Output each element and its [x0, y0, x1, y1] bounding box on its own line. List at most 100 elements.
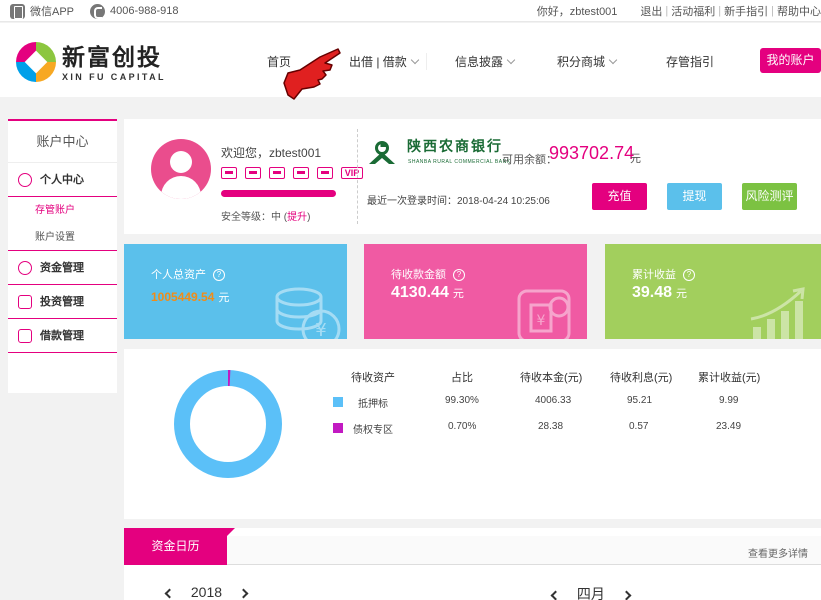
growth-chart-icon	[750, 287, 805, 339]
sidebar-item-label: 投资管理	[40, 295, 84, 308]
avatar-body	[161, 176, 201, 199]
available-balance: 993702.74	[549, 143, 635, 163]
verification-badges: VIP	[221, 167, 371, 179]
next-month-icon[interactable]	[621, 590, 632, 600]
legend-swatch-debt	[333, 423, 343, 433]
security-level-text: 安全等级：中 (	[221, 212, 288, 223]
table-cell: 4006.33	[535, 395, 572, 406]
sidebar-item-label: 资金管理	[40, 261, 84, 274]
asset-distribution-panel: 待收资产 占比 待收本金(元) 待收利息(元) 累计收益(元) 抵押标 99.3…	[124, 349, 821, 519]
column-header-principal: 待收本金(元)	[520, 372, 583, 384]
asset-donut-chart	[174, 370, 282, 478]
prev-year-icon[interactable]	[164, 588, 175, 599]
help-icon[interactable]: ?	[453, 269, 465, 281]
table-row-name[interactable]: 抵押标	[358, 395, 388, 410]
last-login-time: 最近一次登录时间：2018-04-24 10:25:06	[367, 196, 550, 207]
table-cell: 23.49	[716, 421, 742, 432]
money-bag-icon	[18, 260, 32, 275]
view-more-link[interactable]: 查看更多详情	[748, 545, 808, 560]
welcome-text: 欢迎您，zbtest001	[221, 146, 322, 160]
user-greeting: 你好，zbtest001	[536, 6, 618, 18]
calendar-month: 四月	[576, 586, 605, 600]
video-auth-icon[interactable]	[317, 167, 333, 179]
total-assets-value: 1005449.54	[151, 290, 215, 304]
sidebar-item-personal-center[interactable]: 个人中心	[8, 163, 117, 197]
tile-unit: 元	[676, 288, 688, 300]
bank-card-icon[interactable]	[293, 167, 309, 179]
column-header-ratio: 占比	[451, 372, 473, 384]
tab-fund-calendar[interactable]: 资金日历	[124, 528, 235, 565]
tile-label: 累计收益	[632, 269, 676, 281]
site-header: 新富创投 XIN FU CAPITAL 首页 出借 | 借款 信息披露 积分商城…	[0, 23, 821, 97]
help-icon[interactable]: ?	[683, 269, 695, 281]
table-row-name[interactable]: 债权专区	[353, 421, 393, 436]
month-selector: 四月	[550, 584, 632, 600]
nav-custody-guide[interactable]: 存管指引	[666, 53, 714, 70]
sidebar-title: 账户中心	[8, 121, 117, 163]
activity-link[interactable]: 活动福利	[671, 3, 715, 19]
total-assets-tile: 个人总资产? 1005449.54 元 ¥	[124, 244, 347, 339]
security-level-bar	[221, 190, 336, 197]
sidebar-item-investment-management[interactable]: 投资管理	[8, 285, 117, 319]
pending-receivable-value: 4130.44	[391, 284, 449, 301]
cumulative-earnings-tile: 累计收益? 39.48 元	[605, 244, 821, 339]
bank-logo-icon	[369, 141, 395, 164]
table-cell: 0.57	[629, 421, 649, 432]
pending-receivable-tile: 待收款金额? 4130.44 元 ¥	[364, 244, 587, 339]
recharge-button[interactable]: 充值	[592, 183, 647, 210]
chevron-down-icon	[410, 55, 420, 65]
column-header-interest: 待收利息(元)	[610, 372, 673, 384]
balance-unit: 元	[630, 153, 641, 165]
avatar[interactable]	[151, 139, 211, 199]
nav-disclosure-label: 信息披露	[455, 55, 504, 69]
next-year-icon[interactable]	[238, 588, 249, 599]
newbie-guide-link[interactable]: 新手指引	[724, 3, 768, 19]
investment-icon	[18, 294, 32, 309]
calendar-money-icon: ¥	[517, 289, 571, 339]
password-icon[interactable]	[269, 167, 285, 179]
account-sidebar: 账户中心 个人中心 存管账户 账户设置 资金管理 投资管理 借款管理	[8, 119, 117, 393]
sidebar-item-custody-account[interactable]: 存管账户	[8, 197, 117, 224]
table-cell: 28.38	[538, 421, 564, 432]
tile-label: 个人总资产	[151, 269, 206, 281]
nav-lend-borrow-label: 出借 | 借款	[349, 55, 407, 69]
mobile-app-icon[interactable]	[10, 3, 25, 19]
nav-points-mall[interactable]: 积分商城	[557, 53, 618, 70]
phone-verified-icon[interactable]	[221, 167, 237, 179]
donut-segment-mortgage	[174, 370, 282, 478]
upgrade-security-link[interactable]: 提升	[287, 212, 307, 223]
svg-text:¥: ¥	[537, 313, 546, 329]
security-level-suffix: )	[307, 212, 311, 223]
nav-lend-borrow[interactable]: 出借 | 借款	[349, 53, 427, 70]
hotline-number: 4006-988-918	[110, 5, 179, 17]
nav-disclosure[interactable]: 信息披露	[455, 53, 516, 70]
sidebar-item-label: 借款管理	[40, 329, 84, 342]
legend-swatch-mortgage	[333, 397, 343, 407]
main-nav: 首页 出借 | 借款 信息披露 积分商城 存管指引	[0, 53, 821, 73]
prev-month-icon[interactable]	[550, 590, 561, 600]
sidebar-item-account-settings[interactable]: 账户设置	[8, 224, 117, 251]
help-icon[interactable]: ?	[213, 269, 225, 281]
risk-assessment-button[interactable]: 风险测评	[742, 183, 797, 210]
vip-badge[interactable]: VIP	[341, 167, 363, 179]
avatar-head	[170, 151, 192, 173]
sidebar-item-loan-management[interactable]: 借款管理	[8, 319, 117, 353]
fund-calendar: 资金日历 查看更多详情 2018 四月	[124, 528, 821, 600]
user-icon	[18, 172, 32, 187]
id-card-icon[interactable]	[245, 167, 261, 179]
table-cell: 9.99	[719, 395, 739, 406]
cumulative-earnings-value: 39.48	[632, 284, 673, 301]
sidebar-item-fund-management[interactable]: 资金管理	[8, 251, 117, 285]
chevron-down-icon	[506, 55, 516, 65]
top-bar: 微信APP 4006-988-918 你好，zbtest001 退出 | 活动福…	[0, 0, 821, 22]
divider	[357, 129, 358, 224]
separator: |	[718, 5, 722, 17]
withdraw-button[interactable]: 提现	[667, 183, 722, 210]
help-center-link[interactable]: 帮助中心	[777, 3, 821, 19]
logo-english-name: XIN FU CAPITAL	[62, 72, 166, 82]
profile-card: 欢迎您，zbtest001 VIP 安全等级：中 (提升) 陕西农商银行 SHA…	[124, 119, 821, 234]
my-account-button[interactable]: 我的账户	[760, 48, 821, 73]
calendar-year: 2018	[190, 584, 223, 600]
logout-link[interactable]: 退出	[640, 3, 662, 19]
wechat-app-link[interactable]: 微信APP	[30, 3, 74, 19]
